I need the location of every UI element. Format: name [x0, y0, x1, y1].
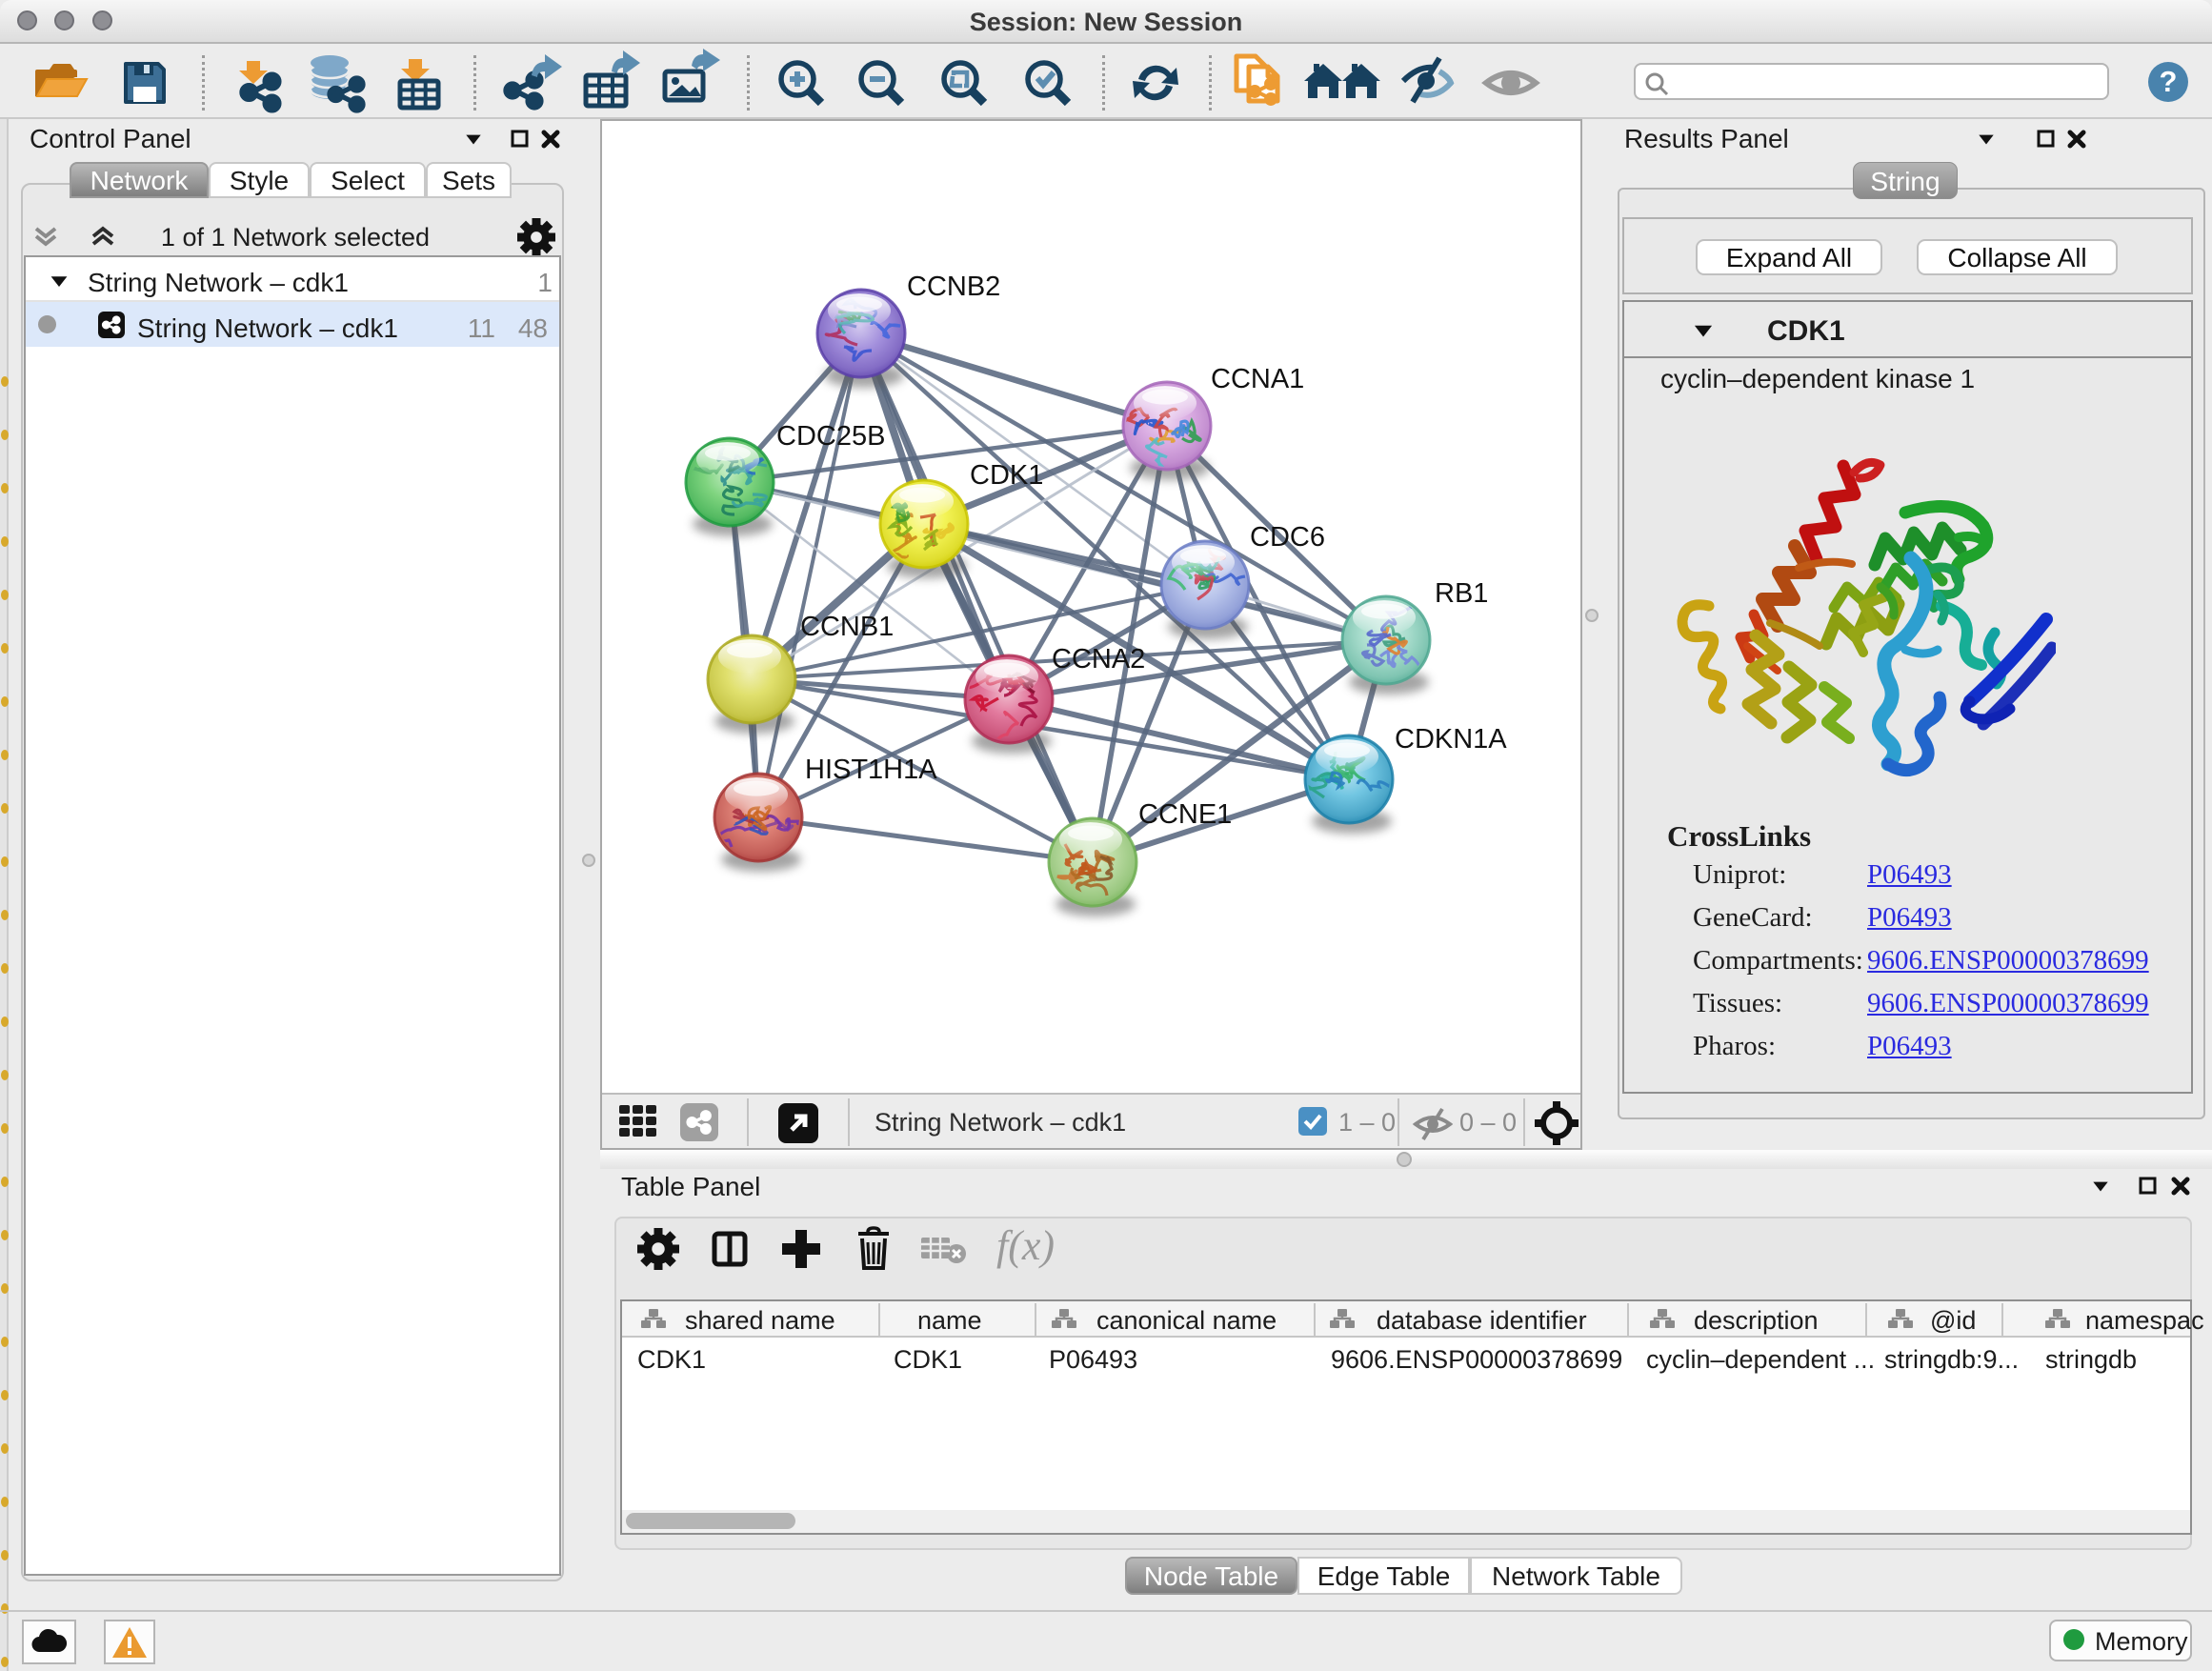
svg-text:CCNB1: CCNB1 [800, 612, 894, 642]
svg-text:CDKN1A: CDKN1A [1395, 724, 1507, 755]
svg-text:CDC25B: CDC25B [776, 421, 885, 452]
svg-text:CDC6: CDC6 [1250, 522, 1325, 553]
svg-text:CCNE1: CCNE1 [1138, 799, 1232, 830]
svg-text:RB1: RB1 [1435, 578, 1488, 609]
svg-text:CCNA1: CCNA1 [1211, 364, 1304, 394]
svg-text:CCNA2: CCNA2 [1052, 644, 1145, 674]
svg-text:HIST1H1A: HIST1H1A [805, 755, 937, 785]
svg-text:CDK1: CDK1 [970, 460, 1043, 491]
svg-text:CCNB2: CCNB2 [907, 272, 1000, 302]
